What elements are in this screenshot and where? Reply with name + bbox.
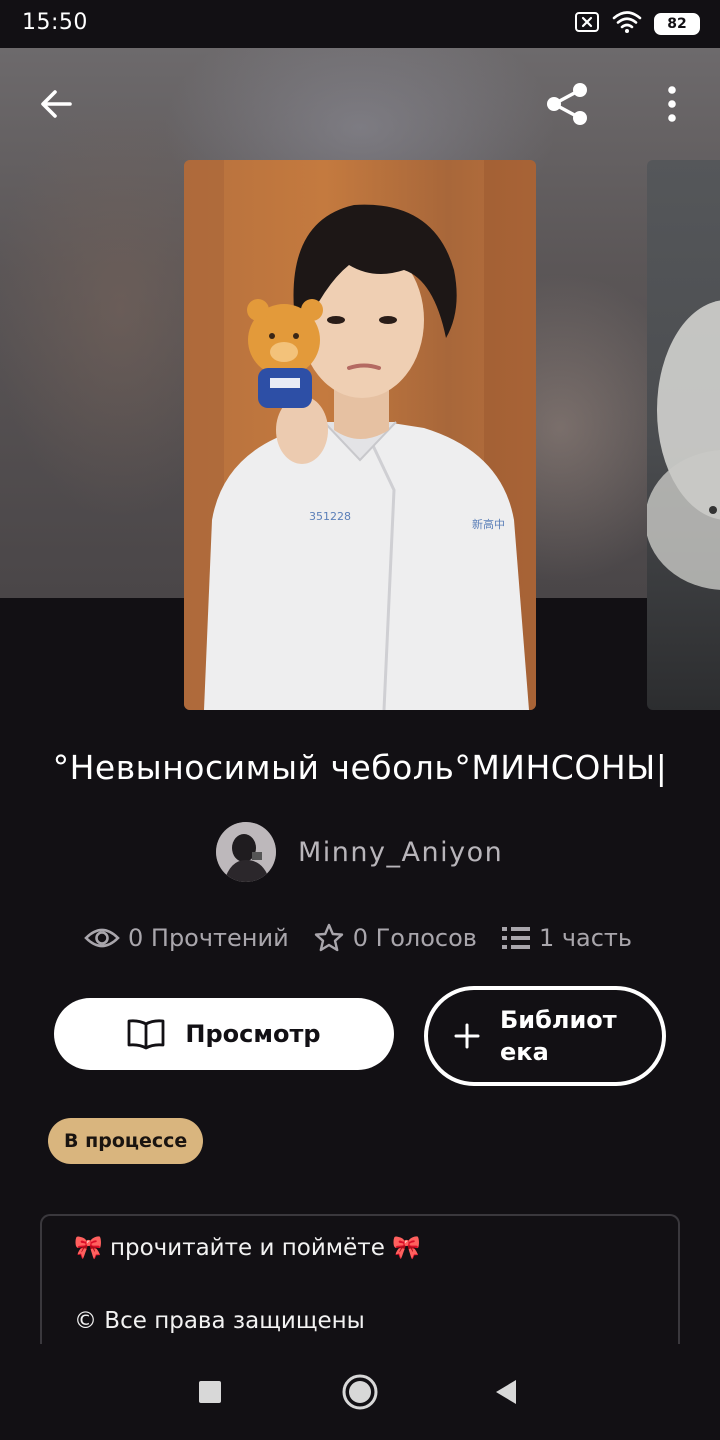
recent-apps-icon: [199, 1381, 221, 1403]
wifi-icon: [612, 10, 642, 38]
arrow-left-icon: [41, 90, 72, 118]
share-icon: [547, 83, 587, 125]
cover-photo: 351228 新高中: [184, 160, 536, 710]
library-button-label: Библиотека: [500, 1006, 617, 1066]
home-icon: [342, 1374, 378, 1410]
reads-count: 0 Прочтений: [128, 924, 289, 952]
cover-photo: [647, 300, 720, 590]
list-icon: [501, 927, 530, 949]
eye-icon: [84, 928, 120, 948]
author-link[interactable]: Minny_Aniyon: [216, 822, 503, 882]
book-title: °Невыносимый чеболь°МИНСОНЫ|: [52, 748, 668, 787]
status-bar: 15:50 82: [0, 0, 720, 48]
view-button[interactable]: Просмотр: [54, 998, 394, 1070]
description-line: 🎀 прочитайте и поймёте 🎀: [74, 1235, 421, 1261]
share-button[interactable]: [541, 78, 593, 130]
star-icon: [314, 923, 343, 952]
back-icon: [496, 1380, 516, 1404]
status-badge: В процессе: [48, 1118, 204, 1164]
view-button-label: Просмотр: [185, 1020, 321, 1048]
back-button[interactable]: [30, 78, 82, 130]
system-nav-bar: [0, 1344, 720, 1440]
description-copyright: © Все права защищены: [74, 1308, 365, 1334]
book-cover[interactable]: 351228 新高中: [184, 160, 536, 710]
votes-stat: 0 Голосов: [313, 922, 477, 954]
svg-text:新高中: 新高中: [472, 517, 505, 531]
more-vertical-icon: [668, 86, 676, 122]
votes-count: 0 Голосов: [352, 924, 477, 952]
avatar: [216, 822, 276, 882]
add-to-library-button[interactable]: Библиотека: [424, 986, 666, 1086]
more-options-button[interactable]: [646, 78, 698, 130]
svg-text:351228: 351228: [309, 510, 351, 523]
next-book-cover[interactable]: [647, 160, 720, 710]
author-name: Minny_Aniyon: [298, 836, 504, 868]
battery-icon: 82: [654, 13, 700, 35]
book-stats: 0 Прочтений 0 Голосов 1 часть: [84, 918, 632, 958]
sim-off-icon: [574, 11, 600, 37]
plus-icon: [454, 1023, 480, 1049]
status-icons: 82: [574, 11, 700, 37]
parts-count: 1 часть: [538, 924, 633, 952]
description-card: 🎀 прочитайте и поймёте 🎀 © Все права защ…: [40, 1214, 680, 1364]
book-open-icon: [128, 1019, 165, 1050]
nav-back-button[interactable]: [486, 1372, 526, 1412]
status-time: 15:50: [22, 10, 88, 35]
reads-stat: 0 Прочтений: [84, 924, 289, 952]
parts-stat[interactable]: 1 часть: [501, 924, 632, 952]
recent-apps-button[interactable]: [190, 1372, 230, 1412]
book-details-screen: 15:50 82 351228 新高中 °Невыносимый чеболь°…: [0, 0, 720, 1440]
home-button[interactable]: [340, 1372, 380, 1412]
